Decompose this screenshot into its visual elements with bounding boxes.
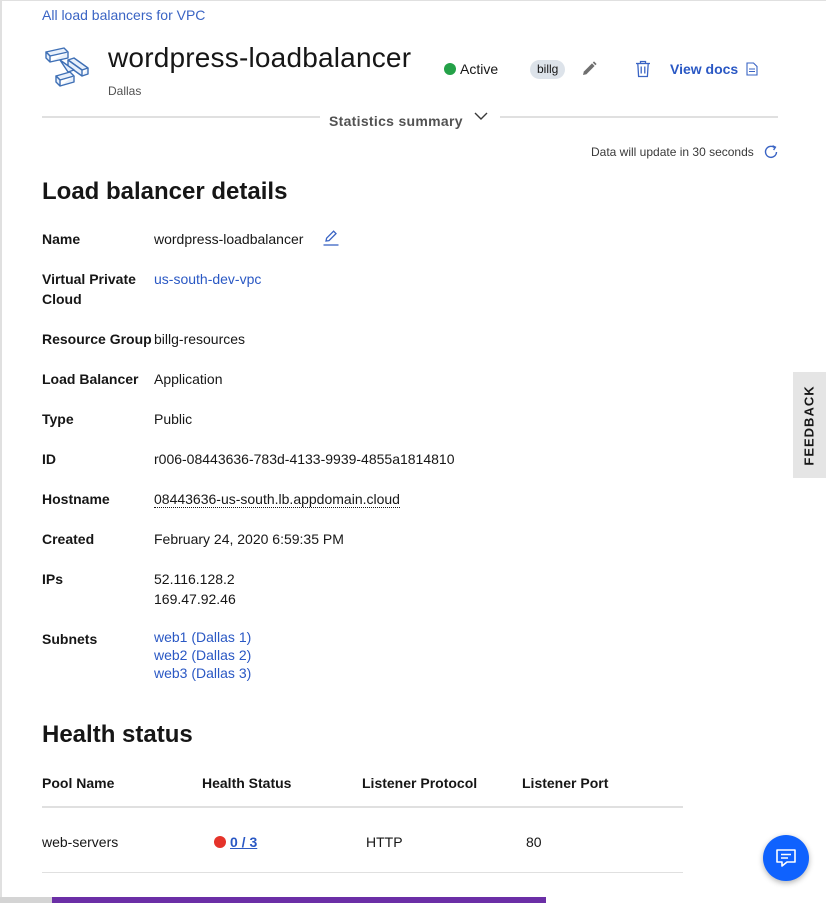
health-count-link[interactable]: 0 / 3: [230, 834, 257, 850]
protocol-cell: HTTP: [366, 834, 403, 850]
bottom-edge: [0, 897, 52, 903]
detail-label-id: ID: [42, 451, 56, 467]
health-heading: Health status: [42, 721, 193, 748]
owner-tag[interactable]: billg: [530, 60, 566, 79]
detail-label-name: Name: [42, 231, 81, 247]
status-dot-icon: [444, 63, 456, 75]
detail-label-created: Created: [42, 531, 95, 547]
pencil-icon[interactable]: [580, 60, 598, 78]
chat-button[interactable]: [763, 835, 809, 881]
hostname-value[interactable]: 08443636-us-south.lb.appdomain.cloud: [154, 489, 400, 509]
detail-label-type: Type: [42, 411, 74, 427]
top-border: [0, 0, 826, 1]
stats-divider-right: [500, 116, 778, 118]
detail-label-load-balancer: Load Balancer: [42, 371, 139, 387]
page-title: wordpress-loadbalancer: [108, 42, 412, 73]
details-heading: Load balancer details: [42, 178, 288, 205]
hostname-text: 08443636-us-south.lb.appdomain.cloud: [154, 491, 400, 508]
status-text: Active: [460, 61, 499, 77]
detail-value-load-balancer: Application: [154, 371, 223, 387]
statistics-summary-toggle[interactable]: Statistics summary: [329, 113, 463, 129]
detail-label-resource-group: Resource Group: [42, 331, 152, 347]
document-icon: [746, 62, 758, 76]
detail-label-ips: IPs: [42, 571, 64, 587]
status-indicator: Active: [444, 61, 498, 77]
ip-value-1: 52.116.128.2: [154, 571, 235, 587]
detail-value-type: Public: [154, 411, 193, 427]
chevron-down-icon[interactable]: [473, 108, 489, 124]
ip-value-2: 169.47.92.46: [154, 591, 236, 607]
port-cell: 80: [526, 834, 542, 850]
back-link[interactable]: All load balancers for VPC: [42, 7, 205, 23]
detail-value-created: February 24, 2020 6:59:35 PM: [154, 531, 344, 547]
detail-label-vpc: Virtual Private Cloud: [42, 271, 136, 307]
column-header-pool-name[interactable]: Pool Name: [42, 775, 114, 791]
pool-name-cell: web-servers: [42, 834, 119, 850]
view-docs-link[interactable]: View docs: [670, 61, 758, 77]
column-header-health-status[interactable]: Health Status: [202, 775, 291, 791]
stats-divider-left: [42, 116, 320, 118]
detail-value-resource-group: billg-resources: [154, 331, 246, 347]
vpc-link[interactable]: us-south-dev-vpc: [154, 269, 261, 289]
detail-label-subnets: Subnets: [42, 631, 98, 647]
edit-name-icon[interactable]: [322, 229, 340, 247]
update-notice: Data will update in 30 seconds: [591, 145, 754, 159]
column-header-listener-protocol[interactable]: Listener Protocol: [362, 775, 477, 791]
feedback-label: FEEDBACK: [802, 384, 818, 466]
subnet-link-web1[interactable]: web1 (Dallas 1): [154, 628, 251, 646]
subnet-link-web2[interactable]: web2 (Dallas 2): [154, 646, 251, 664]
detail-label-hostname: Hostname: [42, 491, 110, 507]
column-header-listener-port[interactable]: Listener Port: [522, 775, 608, 791]
load-balancer-icon: [45, 47, 89, 87]
chat-icon: [776, 849, 796, 867]
detail-value-name: wordpress-loadbalancer: [154, 231, 304, 247]
view-docs-label: View docs: [670, 61, 739, 77]
trash-icon[interactable]: [635, 60, 651, 78]
health-error-icon: [214, 836, 226, 848]
health-status-cell: 0 / 3: [214, 834, 257, 850]
table-header-divider: [42, 806, 683, 808]
left-border: [0, 0, 2, 903]
feedback-tab[interactable]: FEEDBACK: [793, 372, 826, 478]
detail-value-id: r006-08443636-783d-4133-9939-4855a181481…: [154, 451, 455, 467]
table-row-divider: [42, 872, 683, 873]
subnet-link-web3[interactable]: web3 (Dallas 3): [154, 664, 251, 682]
location-label: Dallas: [108, 84, 142, 98]
bottom-banner: [52, 897, 546, 903]
refresh-icon[interactable]: [763, 144, 779, 160]
